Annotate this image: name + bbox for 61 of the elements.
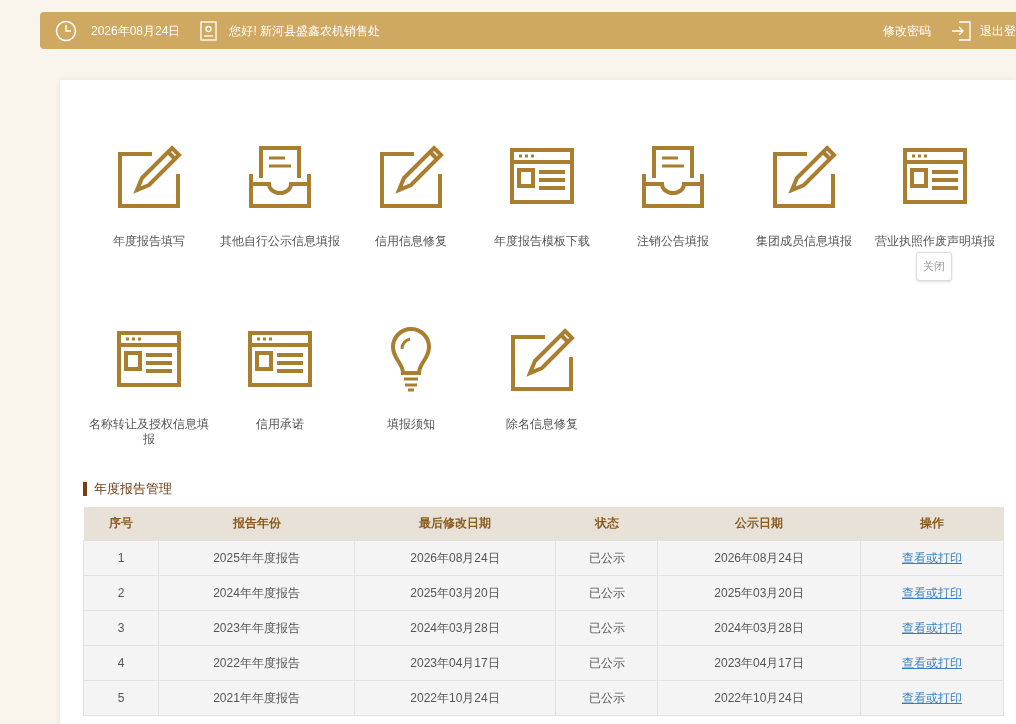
table-cell: 2024年03月28日 [657,610,861,646]
edit-pencil-icon [770,144,837,210]
table-cell: 已公示 [555,575,658,611]
table-cell: 2026年08月24日 [354,540,556,576]
table-cell: 1 [83,540,159,576]
id-card-icon [200,20,218,41]
function-label[interactable]: 其他自行公示信息填报 [215,234,344,249]
table-cell: 2025年03月20日 [354,575,556,611]
function-label[interactable]: 年度报告填写 [84,234,213,249]
table-cell: 5 [83,680,159,716]
table-cell: 2 [83,575,159,611]
table-cell: 已公示 [555,610,658,646]
function-label[interactable]: 除名信息修复 [477,417,606,432]
table-cell: 2024年年度报告 [158,575,355,611]
function-label[interactable]: 名称转让及授权信息填报 [84,417,213,447]
greeting-text: 您好! 新河县盛鑫农机销售处 [229,22,381,40]
edit-pencil-icon [377,144,444,210]
table-cell: 2026年08月24日 [657,540,861,576]
function-label[interactable]: 年度报告模板下载 [477,234,606,249]
table-cell: 2021年年度报告 [158,680,355,716]
clock-icon [55,19,77,42]
column-header: 操作 [860,506,1004,541]
table-cell: 已公示 [555,680,658,716]
table-cell: 4 [83,645,159,681]
table-cell: 2023年04月17日 [354,645,556,681]
tooltip: 关闭 [916,252,952,281]
table-cell: 2022年10月24日 [657,680,861,716]
column-header: 公示日期 [657,506,861,541]
edit-pencil-icon [508,327,575,393]
view-print-link[interactable]: 查看或打印 [902,551,962,565]
view-print-link[interactable]: 查看或打印 [902,656,962,670]
view-print-link[interactable]: 查看或打印 [902,691,962,705]
function-label[interactable]: 注销公告填报 [608,234,737,249]
column-header: 报告年份 [158,506,355,541]
current-date: 2026年08月24日 [91,22,181,40]
column-header: 状态 [555,506,658,541]
function-label[interactable]: 集团成员信息填报 [739,234,868,249]
function-label[interactable]: 信用信息修复 [346,234,475,249]
table-cell: 2025年年度报告 [158,540,355,576]
table-cell: 2025年03月20日 [657,575,861,611]
table-cell: 已公示 [555,540,658,576]
section-title: 年度报告管理 [94,480,172,498]
section-marker [83,481,87,496]
table-cell: 2024年03月28日 [354,610,556,646]
inbox-document-icon [639,144,706,210]
column-header: 序号 [83,506,159,541]
view-print-link[interactable]: 查看或打印 [902,586,962,600]
logout-icon [951,20,971,41]
inbox-document-icon [246,144,313,210]
edit-pencil-icon [115,144,182,210]
function-label[interactable]: 填报须知 [346,417,475,432]
table-cell: 2023年年度报告 [158,610,355,646]
view-print-link[interactable]: 查看或打印 [902,621,962,635]
table-cell: 2023年04月17日 [657,645,861,681]
table-cell: 已公示 [555,645,658,681]
table-cell: 2022年10月24日 [354,680,556,716]
function-label[interactable]: 信用承诺 [215,417,344,432]
column-header: 最后修改日期 [354,506,556,541]
function-label[interactable]: 营业执照作废声明填报 [870,234,999,249]
table-cell: 2022年年度报告 [158,645,355,681]
table-cell: 3 [83,610,159,646]
